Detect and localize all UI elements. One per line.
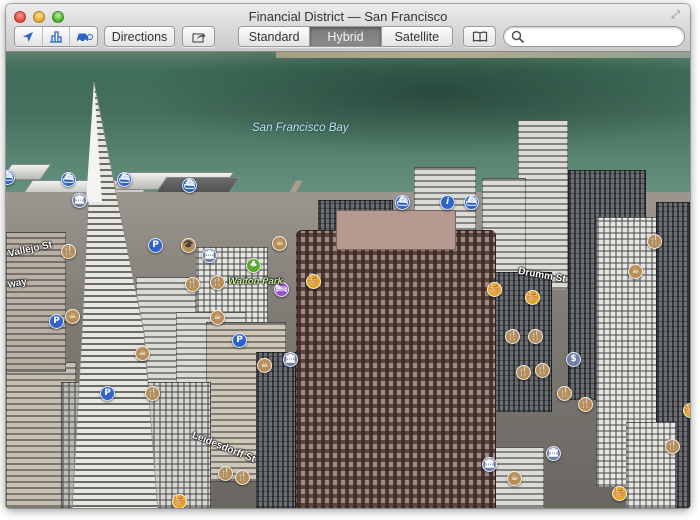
tab-satellite[interactable]: Satellite xyxy=(382,27,452,46)
tab-standard[interactable]: Standard xyxy=(239,27,311,46)
poi-info-icon[interactable]: i xyxy=(440,195,455,210)
fullscreen-icon[interactable]: ⤢ xyxy=(669,9,682,22)
poi-ferry-icon[interactable]: ⛴ xyxy=(182,178,197,193)
directions-button[interactable]: Directions xyxy=(104,26,175,47)
transamerica-pyramid xyxy=(72,82,158,508)
building-brown-tower xyxy=(296,230,496,508)
poi-restaurant-icon[interactable]: 🍴 xyxy=(557,386,572,401)
poi-restaurant-icon[interactable]: 🍴 xyxy=(505,329,520,344)
poi-civic-icon[interactable]: 🏛 xyxy=(482,457,497,472)
title-bar: Financial District — San Francisco ⤢ Dir… xyxy=(6,4,690,52)
3d-buildings-icon xyxy=(50,30,62,43)
poi-cafe-icon[interactable]: ☕ xyxy=(65,309,80,324)
park-label: Walton Park xyxy=(228,276,283,287)
current-location-button[interactable] xyxy=(15,27,43,46)
poi-shopping-icon[interactable]: 🧺 xyxy=(612,486,627,501)
poi-civic-icon[interactable]: 🏛 xyxy=(283,352,298,367)
view-options-group xyxy=(14,26,98,47)
traffic-button[interactable] xyxy=(70,27,97,46)
search-input[interactable] xyxy=(528,29,678,44)
building xyxy=(256,352,296,508)
3d-buildings-button[interactable] xyxy=(43,27,71,46)
share-button[interactable] xyxy=(182,26,215,47)
building xyxy=(626,422,676,508)
poi-restaurant-icon[interactable]: 🍴 xyxy=(665,439,680,454)
poi-parking-icon[interactable]: P xyxy=(232,333,247,348)
building-rooftop xyxy=(336,210,456,250)
search-icon xyxy=(511,30,525,44)
poi-cafe-icon[interactable]: ☕ xyxy=(135,346,150,361)
far-shoreline xyxy=(276,52,690,58)
poi-restaurant-icon[interactable]: 🍴 xyxy=(185,277,200,292)
map-view[interactable]: San Francisco Bay ⛴ ⛴ ⛴ ⛴ 🏛 ⛴ i ⛴ 🍴 P 🎓 … xyxy=(6,52,690,508)
poi-park-icon[interactable]: ♣ xyxy=(246,258,261,273)
poi-civic-icon[interactable]: 🏛 xyxy=(546,446,561,461)
poi-restaurant-icon[interactable]: 🍴 xyxy=(578,397,593,412)
poi-ferry-icon[interactable]: ⛴ xyxy=(464,195,479,210)
poi-restaurant-icon[interactable]: 🍴 xyxy=(535,363,550,378)
poi-cafe-icon[interactable]: ☕ xyxy=(507,471,522,486)
poi-parking-icon[interactable]: P xyxy=(148,238,163,253)
poi-cafe-icon[interactable]: ☕ xyxy=(210,310,225,325)
poi-shopping-icon[interactable]: 🧺 xyxy=(172,494,187,508)
window-title: Financial District — San Francisco xyxy=(248,9,448,24)
bookmarks-button[interactable] xyxy=(463,26,496,47)
maps-window: Financial District — San Francisco ⤢ Dir… xyxy=(6,4,690,508)
poi-restaurant-icon[interactable]: 🍴 xyxy=(528,329,543,344)
poi-restaurant-icon[interactable]: 🍴 xyxy=(61,244,76,259)
car-traffic-icon xyxy=(76,33,93,42)
poi-restaurant-icon[interactable]: 🍴 xyxy=(218,466,233,481)
poi-restaurant-icon[interactable]: 🍴 xyxy=(647,234,662,249)
share-icon xyxy=(191,32,205,43)
poi-restaurant-icon[interactable]: 🍴 xyxy=(145,386,160,401)
bookmarks-book-icon xyxy=(472,31,487,42)
poi-parking-icon[interactable]: P xyxy=(100,386,115,401)
poi-restaurant-icon[interactable]: 🍴 xyxy=(235,470,250,485)
poi-museum-icon[interactable]: 🏛 xyxy=(72,193,87,208)
tab-hybrid[interactable]: Hybrid xyxy=(310,27,382,46)
poi-restaurant-icon[interactable]: 🍴 xyxy=(210,275,225,290)
poi-ferry-icon[interactable]: ⛴ xyxy=(117,172,132,187)
search-field[interactable] xyxy=(503,26,685,47)
poi-shopping-icon[interactable]: 🧺 xyxy=(487,282,502,297)
poi-bank-icon[interactable]: $ xyxy=(566,352,581,367)
poi-restaurant-icon[interactable]: 🍴 xyxy=(516,365,531,380)
map-type-segmented-control: Standard Hybrid Satellite xyxy=(238,26,453,47)
poi-shopping-icon[interactable]: 🧺 xyxy=(525,290,540,305)
poi-shopping-icon[interactable]: 🧺 xyxy=(306,274,321,289)
poi-parking-icon[interactable]: P xyxy=(49,314,64,329)
poi-school-icon[interactable]: 🎓 xyxy=(181,238,196,253)
poi-cafe-icon[interactable]: ☕ xyxy=(257,358,272,373)
poi-cafe-icon[interactable]: ☕ xyxy=(272,236,287,251)
location-arrow-icon xyxy=(23,31,34,42)
poi-cafe-icon[interactable]: ☕ xyxy=(628,264,643,279)
poi-ferry-icon[interactable]: ⛴ xyxy=(61,172,76,187)
poi-civic-icon[interactable]: 🏛 xyxy=(202,248,217,263)
water-label: San Francisco Bay xyxy=(252,122,349,134)
poi-ferry-icon[interactable]: ⛴ xyxy=(395,195,410,210)
